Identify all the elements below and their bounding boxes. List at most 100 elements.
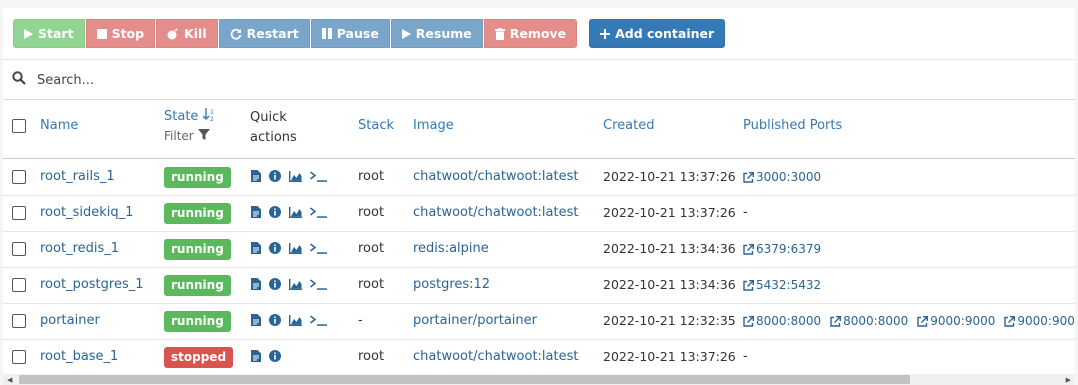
- column-quick-actions-line2: actions: [250, 130, 297, 145]
- stats-icon[interactable]: [289, 314, 302, 326]
- add-container-button[interactable]: Add container: [589, 19, 726, 48]
- filter-icon: [197, 129, 210, 144]
- container-name-link[interactable]: root_rails_1: [40, 159, 115, 195]
- row-checkbox[interactable]: [12, 242, 26, 256]
- console-icon[interactable]: [310, 206, 328, 218]
- container-name-link[interactable]: root_base_1: [40, 339, 118, 374]
- table-row: root_redis_1 running root redis:alpine 2022-…: [3, 231, 1075, 268]
- port-link[interactable]: 9000:9000: [1004, 303, 1075, 339]
- port-link[interactable]: 3000:3000: [743, 159, 821, 195]
- external-link-icon: [743, 243, 756, 255]
- logs-icon[interactable]: [251, 350, 261, 362]
- start-button[interactable]: Start: [13, 19, 85, 48]
- console-icon[interactable]: [310, 278, 328, 290]
- svg-text:1: 1: [210, 109, 214, 116]
- row-checkbox[interactable]: [12, 278, 26, 292]
- bomb-icon: [167, 27, 179, 40]
- restart-button[interactable]: Restart: [218, 19, 310, 48]
- play-icon: [401, 28, 411, 39]
- published-ports-cell: 8000:8000 8000:8000 9000:9000 9000:9000: [743, 303, 1075, 339]
- logs-icon[interactable]: [251, 206, 261, 218]
- column-created[interactable]: Created: [603, 118, 654, 133]
- column-name[interactable]: Name: [40, 118, 78, 133]
- row-checkbox[interactable]: [12, 206, 26, 220]
- resume-button[interactable]: Resume: [390, 19, 483, 48]
- port-label: 8000:8000: [843, 314, 909, 328]
- stop-icon: [96, 28, 107, 39]
- container-name-link[interactable]: portainer: [40, 303, 100, 339]
- image-link[interactable]: chatwoot/chatwoot:latest: [413, 339, 578, 374]
- image-link[interactable]: postgres:12: [413, 267, 490, 303]
- created-cell: 2022-10-21 13:37:26: [603, 349, 736, 364]
- stats-icon[interactable]: [289, 170, 302, 182]
- status-badge: running: [164, 311, 231, 332]
- inspect-icon[interactable]: [269, 350, 281, 362]
- stats-icon[interactable]: [289, 278, 302, 290]
- table-row: root_postgres_1 running root postgres:12 202…: [3, 267, 1075, 304]
- quick-actions: [251, 206, 336, 218]
- column-state[interactable]: State 12: [164, 108, 216, 125]
- stop-button[interactable]: Stop: [85, 19, 156, 48]
- pause-button[interactable]: Pause: [310, 19, 390, 48]
- status-badge: running: [164, 239, 231, 260]
- remove-label: Remove: [509, 26, 567, 41]
- external-link-icon: [743, 279, 756, 291]
- container-name-link[interactable]: root_postgres_1: [40, 267, 144, 303]
- status-badge: running: [164, 275, 231, 296]
- row-checkbox[interactable]: [12, 350, 26, 364]
- column-published-ports[interactable]: Published Ports: [743, 118, 842, 133]
- logs-icon[interactable]: [251, 242, 261, 254]
- stats-icon[interactable]: [289, 242, 302, 254]
- inspect-icon[interactable]: [269, 170, 281, 182]
- quick-actions: [251, 278, 336, 290]
- remove-button[interactable]: Remove: [483, 19, 578, 48]
- external-link-icon: [743, 315, 756, 327]
- inspect-icon[interactable]: [269, 314, 281, 326]
- created-cell: 2022-10-21 13:34:36: [603, 277, 736, 292]
- scrollbar-thumb[interactable]: [19, 375, 910, 384]
- state-filter[interactable]: Filter: [164, 129, 210, 144]
- logs-icon[interactable]: [251, 278, 261, 290]
- port-link[interactable]: 8000:8000: [830, 303, 908, 339]
- image-link[interactable]: chatwoot/chatwoot:latest: [413, 195, 578, 231]
- no-ports-text: -: [743, 205, 748, 220]
- restart-label: Restart: [246, 26, 299, 41]
- console-icon[interactable]: [310, 170, 328, 182]
- row-checkbox[interactable]: [12, 314, 26, 328]
- port-label: 5432:5432: [756, 278, 822, 292]
- logs-icon[interactable]: [251, 170, 261, 182]
- stack-cell: root: [358, 277, 385, 292]
- image-link[interactable]: portainer/portainer: [413, 303, 537, 339]
- inspect-icon[interactable]: [269, 242, 281, 254]
- scroll-right-arrow[interactable]: ▶: [1066, 376, 1071, 384]
- port-link[interactable]: 8000:8000: [743, 303, 821, 339]
- image-link[interactable]: chatwoot/chatwoot:latest: [413, 159, 578, 195]
- logs-icon[interactable]: [251, 314, 261, 326]
- console-icon[interactable]: [310, 242, 328, 254]
- port-label: 9000:9000: [1017, 314, 1075, 328]
- select-all-checkbox[interactable]: [12, 119, 26, 133]
- port-link[interactable]: 5432:5432: [743, 267, 821, 303]
- container-name-link[interactable]: root_sidekiq_1: [40, 195, 133, 231]
- published-ports-cell: -: [743, 195, 748, 231]
- image-link[interactable]: redis:alpine: [413, 231, 489, 267]
- scroll-left-arrow[interactable]: ◀: [7, 376, 12, 384]
- port-link[interactable]: 6379:6379: [743, 231, 821, 267]
- console-icon[interactable]: [310, 314, 328, 326]
- quick-actions: [251, 314, 336, 326]
- quick-actions: [251, 242, 336, 254]
- port-link[interactable]: 9000:9000: [917, 303, 995, 339]
- row-checkbox[interactable]: [12, 170, 26, 184]
- stats-icon[interactable]: [289, 206, 302, 218]
- state-filter-label: Filter: [164, 129, 194, 143]
- container-name-link[interactable]: root_redis_1: [40, 231, 119, 267]
- inspect-icon[interactable]: [269, 206, 281, 218]
- horizontal-scrollbar[interactable]: ◀ ▶: [3, 374, 1075, 385]
- search-input[interactable]: [35, 68, 639, 92]
- port-label: 9000:9000: [930, 314, 996, 328]
- add-container-label: Add container: [615, 26, 715, 41]
- column-stack[interactable]: Stack: [358, 118, 394, 133]
- kill-button[interactable]: Kill: [156, 19, 218, 48]
- column-image[interactable]: Image: [413, 118, 454, 133]
- inspect-icon[interactable]: [269, 278, 281, 290]
